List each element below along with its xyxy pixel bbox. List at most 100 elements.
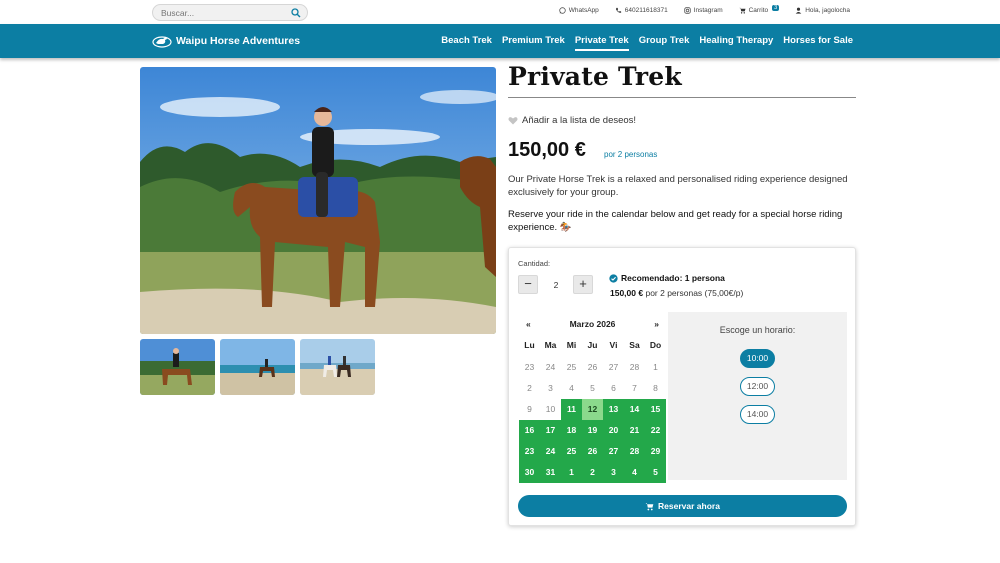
- brand-name: Waipu Horse Adventures: [176, 35, 301, 47]
- nav-group-trek[interactable]: Group Trek: [639, 35, 690, 51]
- recommended-price-detail: por 2 personas (75,00€/p): [645, 288, 744, 298]
- recommended-note: Recomendado: 1 persona: [609, 273, 725, 283]
- price-unit: por 2 personas: [604, 150, 658, 159]
- instagram-icon: [684, 7, 691, 14]
- calendar-day-disabled: 4: [569, 383, 574, 393]
- weekday-header: Mi: [566, 340, 577, 350]
- book-now-label: Reservar ahora: [658, 501, 720, 511]
- calendar-day-available[interactable]: 27: [603, 441, 624, 462]
- horse-rider-photo: [140, 67, 496, 334]
- whatsapp-link[interactable]: WhatsApp: [559, 7, 599, 14]
- calendar-day-available[interactable]: 18: [561, 420, 582, 441]
- weekday-header: Sa: [629, 340, 640, 350]
- calendar-day-available[interactable]: 14: [624, 399, 645, 420]
- product-title: Private Trek: [508, 62, 682, 91]
- thumbnail-horse-rider: [140, 339, 215, 395]
- product-description: Our Private Horse Trek is a relaxed and …: [508, 174, 848, 198]
- calendar-day-available[interactable]: 31: [540, 462, 561, 483]
- brand-logo[interactable]: Waipu Horse Adventures: [152, 34, 300, 48]
- book-now-button[interactable]: Reservar ahora: [518, 495, 847, 517]
- time-slot-button[interactable]: 14:00: [740, 405, 775, 424]
- thumbnail-beach-riders: [300, 339, 375, 395]
- top-links: WhatsApp 640211618371 Instagram Carrito 3…: [559, 4, 850, 14]
- calendar-next-button[interactable]: »: [654, 319, 659, 329]
- time-slot-button[interactable]: 10:00: [740, 349, 775, 368]
- nav-healing-therapy[interactable]: Healing Therapy: [699, 35, 773, 51]
- nav-horses-for-sale[interactable]: Horses for Sale: [783, 35, 853, 51]
- calendar-day-available[interactable]: 26: [582, 441, 603, 462]
- calendar-day-disabled: 24: [545, 362, 556, 372]
- search-input[interactable]: [161, 6, 286, 20]
- user-link[interactable]: Hola, jagolocha: [795, 7, 850, 14]
- calendar-day-disabled: 26: [587, 362, 598, 372]
- time-slots-title: Escoge un horario:: [719, 325, 796, 335]
- calendar-day-available[interactable]: 17: [540, 420, 561, 441]
- recommended-label: Recomendado: 1 persona: [621, 273, 725, 283]
- wishlist-link[interactable]: Añadir a la lista de deseos!: [508, 115, 636, 126]
- calendar-header: Marzo 2026 « »: [519, 319, 666, 331]
- calendar-day-available[interactable]: 22: [645, 420, 666, 441]
- weekday-header: Do: [649, 340, 662, 350]
- calendar-day-available[interactable]: 16: [519, 420, 540, 441]
- thumbnail-2[interactable]: [220, 339, 295, 395]
- product-price: 150,00 €: [508, 139, 586, 161]
- calendar-day-available[interactable]: 5: [645, 462, 666, 483]
- user-label: Hola, jagolocha: [805, 7, 850, 14]
- cart-link[interactable]: Carrito 3: [739, 4, 780, 14]
- nav-premium-trek[interactable]: Premium Trek: [502, 35, 565, 51]
- thumbnail-3[interactable]: [300, 339, 375, 395]
- cart-label: Carrito: [748, 7, 769, 14]
- top-bar: WhatsApp 640211618371 Instagram Carrito3…: [0, 0, 1000, 24]
- calendar-day-available[interactable]: 23: [519, 441, 540, 462]
- calendar-day-available[interactable]: 24: [540, 441, 561, 462]
- calendar-day-available[interactable]: 20: [603, 420, 624, 441]
- quantity-value[interactable]: 2: [549, 280, 563, 290]
- product-main-image[interactable]: [140, 67, 496, 334]
- whatsapp-icon: [559, 7, 566, 14]
- weekday-header: Lu: [524, 340, 535, 350]
- calendar-day-available[interactable]: 30: [519, 462, 540, 483]
- cart-icon: [645, 502, 654, 510]
- calendar-day-available[interactable]: 12: [582, 399, 603, 420]
- recommended-price: 150,00 € por 2 personas (75,00€/p): [610, 288, 743, 298]
- calendar-day-available[interactable]: 19: [582, 420, 603, 441]
- search-icon[interactable]: [291, 8, 301, 18]
- calendar-day-available[interactable]: 11: [561, 399, 582, 420]
- calendar-day-available[interactable]: 25: [561, 441, 582, 462]
- calendar-day-disabled: 23: [524, 362, 535, 372]
- wishlist-label: Añadir a la lista de deseos!: [522, 115, 637, 126]
- nav-private-trek[interactable]: Private Trek: [574, 35, 629, 51]
- calendar-day-available[interactable]: 3: [603, 462, 624, 483]
- phone-icon: [615, 7, 621, 13]
- time-slot-button[interactable]: 12:00: [740, 377, 775, 396]
- calendar-day-available[interactable]: 29: [645, 441, 666, 462]
- check-badge-icon: [609, 273, 618, 283]
- weekday-header: Ju: [587, 340, 598, 350]
- calendar-day-available[interactable]: 21: [624, 420, 645, 441]
- horse-logo-icon: [152, 36, 172, 48]
- quantity-label: Cantidad:: [518, 259, 551, 268]
- calendar-day-disabled: 6: [611, 383, 616, 393]
- instagram-link[interactable]: Instagram: [684, 7, 723, 14]
- calendar-day-available[interactable]: 4: [624, 462, 645, 483]
- calendar-day-disabled: 27: [608, 362, 619, 372]
- nav-beach-trek[interactable]: Beach Trek: [441, 35, 492, 51]
- whatsapp-label: WhatsApp: [568, 7, 599, 14]
- search-box[interactable]: [152, 4, 308, 21]
- quantity-decrease-button[interactable]: −: [518, 275, 538, 294]
- quantity-increase-button[interactable]: +: [573, 275, 593, 294]
- thumbnail-beach: [220, 339, 295, 395]
- thumbnail-1[interactable]: [140, 339, 215, 395]
- heart-icon: [508, 117, 518, 125]
- nav-menu: Beach Trek Premium Trek Private Trek Gro…: [441, 35, 853, 51]
- user-icon: [795, 7, 802, 14]
- booking-card: Cantidad: − 2 + Recomendado: 1 persona 1…: [508, 247, 856, 526]
- calendar-day-available[interactable]: 13: [603, 399, 624, 420]
- phone-link[interactable]: 640211618371: [615, 7, 668, 14]
- calendar-day-available[interactable]: 2: [582, 462, 603, 483]
- calendar-day-disabled: 3: [548, 383, 553, 393]
- calendar-day-available[interactable]: 28: [624, 441, 645, 462]
- calendar-day-available[interactable]: 15: [645, 399, 666, 420]
- calendar-prev-button[interactable]: «: [526, 319, 531, 329]
- calendar-day-available[interactable]: 1: [561, 462, 582, 483]
